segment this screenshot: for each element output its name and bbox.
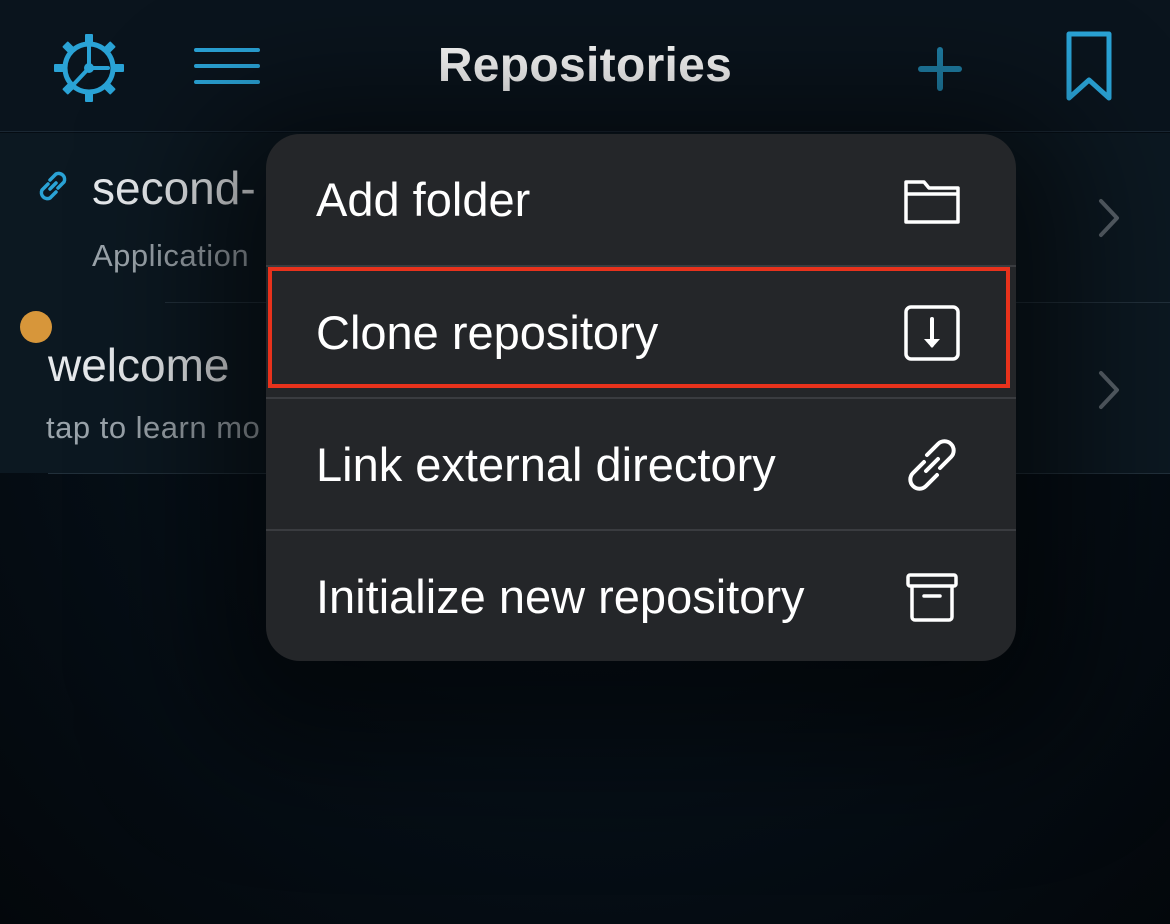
- link-icon: [902, 435, 962, 495]
- archive-icon: [902, 567, 962, 627]
- repo-subtitle: tap to learn mo: [46, 410, 261, 445]
- bookmark-icon[interactable]: [1064, 30, 1114, 104]
- folder-icon: [902, 170, 962, 230]
- app-screen: Repositories second- Application welcome…: [0, 0, 1170, 924]
- plus-icon[interactable]: [915, 44, 965, 94]
- repo-name[interactable]: welcome: [48, 338, 230, 392]
- add-menu-popover: Add folder Clone repository Link externa…: [266, 134, 1016, 661]
- menu-item-link-external-directory[interactable]: Link external directory: [266, 399, 1016, 530]
- menu-item-label: Link external directory: [316, 438, 776, 491]
- navigation-bar: Repositories: [0, 0, 1170, 132]
- menu-item-label: Add folder: [316, 173, 531, 226]
- chevron-right-icon: [1096, 369, 1122, 411]
- link-icon: [34, 167, 72, 205]
- page-title: Repositories: [437, 39, 733, 92]
- menu-item-label: Initialize new repository: [316, 570, 805, 623]
- menu-item-initialize-new-repository[interactable]: Initialize new repository: [266, 531, 1016, 661]
- download-icon: [902, 303, 962, 363]
- menu-item-label: Clone repository: [316, 306, 659, 359]
- chevron-right-icon: [1096, 197, 1122, 239]
- menu-item-add-folder[interactable]: Add folder: [266, 134, 1016, 265]
- repo-subtitle: Application: [92, 238, 250, 273]
- repo-name: second-: [92, 162, 256, 214]
- menu-item-clone-repository[interactable]: Clone repository: [266, 267, 1016, 398]
